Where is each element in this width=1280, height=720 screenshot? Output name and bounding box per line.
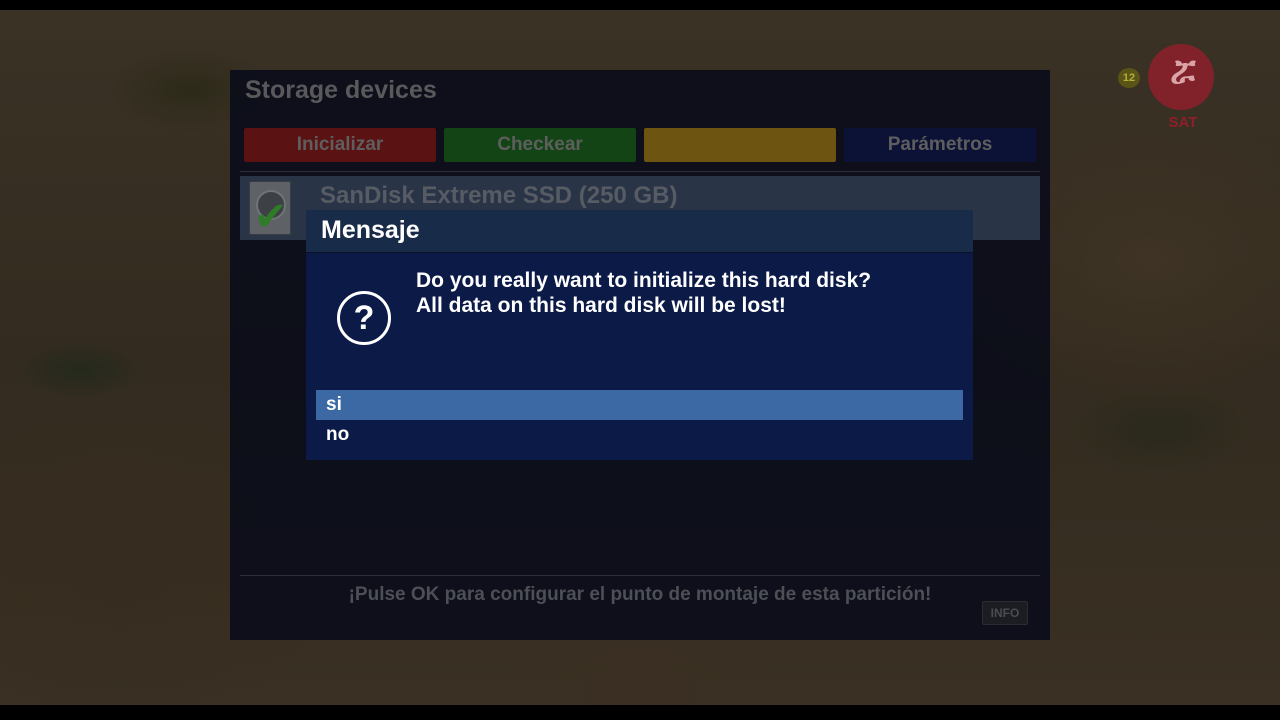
letterbox-top xyxy=(0,0,1280,10)
message-dialog: Mensaje ? Do you really want to initiali… xyxy=(306,210,973,460)
channel-logo-glyph: ሯ xyxy=(1170,53,1196,91)
option-yes[interactable]: si xyxy=(316,390,963,420)
option-no[interactable]: no xyxy=(316,420,963,450)
parameters-button[interactable]: Parámetros xyxy=(844,128,1036,162)
info-button[interactable]: INFO xyxy=(982,601,1028,625)
device-name: SanDisk Extreme SSD (250 GB) xyxy=(320,182,678,209)
message-line: All data on this hard disk will be lost! xyxy=(416,294,786,317)
divider xyxy=(240,575,1040,576)
hint-text: ¡Pulse OK para configurar el punto de mo… xyxy=(348,584,932,605)
checkmark-icon: ✔ xyxy=(254,195,288,239)
message-line: Do you really want to initialize this ha… xyxy=(416,269,872,292)
hdd-icon: ✔ xyxy=(249,181,291,239)
panel-title: Storage devices xyxy=(245,76,437,104)
dialog-message: Do you really want to initialize this ha… xyxy=(416,268,956,318)
question-icon: ? xyxy=(337,291,391,345)
option-label: no xyxy=(326,424,350,445)
channel-logo-text: SAT xyxy=(1168,114,1198,131)
yellow-button[interactable] xyxy=(644,128,836,162)
initialize-button[interactable]: Inicializar xyxy=(244,128,436,162)
age-rating-badge: 12 xyxy=(1118,68,1140,88)
letterbox-bottom xyxy=(0,705,1280,720)
divider xyxy=(240,171,1040,172)
check-button[interactable]: Checkear xyxy=(444,128,636,162)
dialog-header: Mensaje xyxy=(306,210,973,253)
option-label: si xyxy=(326,394,342,415)
dialog-title: Mensaje xyxy=(321,216,420,244)
